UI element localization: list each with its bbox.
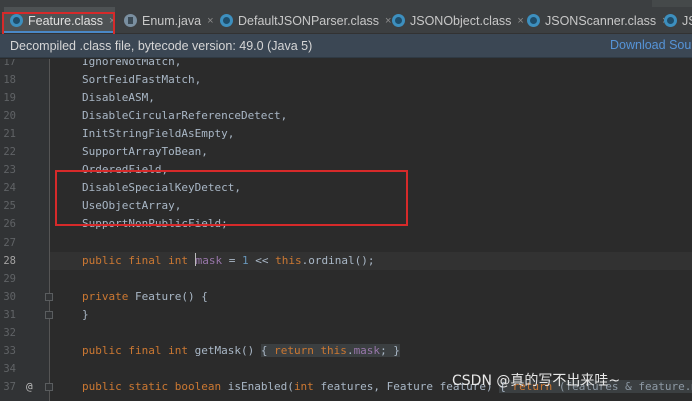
decompiled-banner: Decompiled .class file, bytecode version… [0,34,692,58]
number-literal: 1 [241,254,249,267]
line-number: 34 [3,363,16,375]
keyword: return [274,344,321,357]
line-number: 31 [3,309,16,321]
keyword: this [320,344,347,357]
line-number: 23 [3,164,16,176]
tab-label: JSONObject.class [410,13,512,28]
class-file-icon [527,14,540,27]
java-file-icon [124,14,137,27]
tab-label: JSONScanner.class [545,13,657,28]
code-line: 22 SupportArrayToBean, [0,143,692,161]
folded-body[interactable]: { return this.mask; } [260,344,400,357]
code-line: 33 public final int getMask() { return t… [0,342,692,360]
code-text: SortFeidFastMatch, [82,73,202,86]
class-file-icon [392,14,405,27]
line-number: 18 [3,74,16,86]
keyword: public final int [82,254,195,267]
close-icon[interactable]: × [207,15,213,27]
line-number: 19 [3,92,16,104]
code-text: } [82,308,89,321]
keyword: this [275,254,302,267]
code-text: public final int mask = 1 << this.ordina… [82,252,374,270]
override-annotation-icon[interactable]: @ [26,378,33,396]
keyword: public static boolean [82,380,228,393]
code-text: IgnoreNotMatch, [82,59,182,68]
fold-icon[interactable] [45,311,53,319]
code-rest: Feature() { [134,290,208,303]
tab-jsonobject-class[interactable]: JSONObject.class × [388,7,524,33]
line-number: 37 [3,381,16,393]
tab-label: Enum.java [142,13,202,28]
line-number: 22 [3,146,16,158]
line-number: 30 [3,291,16,303]
code-line: 20 DisableCircularReferenceDetect, [0,107,692,125]
download-sources-link[interactable]: Download Sour [610,38,692,52]
tab-jsonscanner-class[interactable]: JSONScanner.class × [523,7,669,33]
code-line: 32 [0,324,692,342]
code-text: DisableCircularReferenceDetect, [82,109,288,122]
dot: . [346,344,354,357]
class-file-icon [220,14,233,27]
code-text: DisableASM, [82,91,155,104]
watermark: CSDN @真的写不出来哇~ [452,373,621,389]
code-rest: getMask() [194,344,261,357]
line-number: 28 [3,255,16,267]
line-number: 21 [3,128,16,140]
line-number: 24 [3,182,16,194]
code-text: private Feature() { [82,288,208,306]
code-line: 21 InitStringFieldAsEmpty, [0,125,692,143]
code-rest: isEnabled( [227,380,294,393]
code-line: 19 DisableASM, [0,89,692,107]
line-number: 20 [3,110,16,122]
tab-label: DefaultJSONParser.class [238,13,380,28]
tab-label: JS [682,13,692,28]
code-text: SupportArrayToBean, [82,145,208,158]
line-number: 17 [3,59,16,68]
code-text: InitStringFieldAsEmpty, [82,127,235,140]
operator: << [248,254,276,267]
code-line: 27 [0,234,692,252]
code-text: public final int getMask() { return this… [82,342,400,360]
field-name: mask [353,344,381,357]
tabbar-top-strip [0,0,692,7]
code-tail: .ordinal(); [301,254,375,267]
code-line-current: 28 public final int mask = 1 << this.ord… [0,252,692,270]
code-line: 29 [0,270,692,288]
code-line: 31 } [0,306,692,324]
tab-enum-java[interactable]: Enum.java × [120,7,214,33]
keyword: private [82,290,135,303]
code-line: 17 IgnoreNotMatch, [0,59,692,71]
fold-icon[interactable] [45,293,53,301]
fold-icon[interactable] [45,383,53,391]
line-number: 25 [3,200,16,212]
brace-close: ; } [380,344,400,357]
class-file-icon [664,14,677,27]
highlight-box-code [55,170,408,226]
line-number: 29 [3,273,16,285]
brace-open: { [260,344,275,357]
window-button[interactable] [652,0,692,7]
line-number: 32 [3,327,16,339]
field-name: mask [195,254,223,267]
tab-defaultjsonparser-class[interactable]: DefaultJSONParser.class × [216,7,391,33]
line-number: 26 [3,218,16,230]
operator: = [222,254,242,267]
line-number: 33 [3,345,16,357]
banner-message: Decompiled .class file, bytecode version… [10,38,313,53]
code-editor[interactable]: 17 IgnoreNotMatch, 18 SortFeidFastMatch,… [0,59,692,401]
code-line: 30 private Feature() { [0,288,692,306]
line-number: 27 [3,237,16,249]
tab-overflow[interactable]: JS [660,7,692,33]
keyword: public final int [82,344,195,357]
keyword: int [293,380,321,393]
code-line: 18 SortFeidFastMatch, [0,71,692,89]
